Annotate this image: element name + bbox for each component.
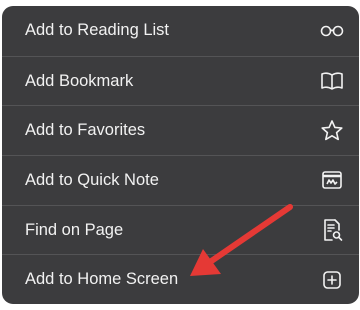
menu-item-add-bookmark[interactable]: Add Bookmark [2, 55, 359, 106]
glasses-icon [319, 18, 345, 44]
book-icon [319, 68, 345, 94]
plus-square-icon [319, 267, 345, 293]
quick-note-icon [319, 167, 345, 193]
menu-item-find-on-page[interactable]: Find on Page [2, 204, 359, 255]
share-menu: Add to Reading List Add Bookmark Add to … [2, 6, 359, 304]
menu-item-label: Add to Reading List [25, 21, 170, 40]
menu-item-label: Find on Page [25, 220, 124, 239]
menu-item-add-to-reading-list[interactable]: Add to Reading List [2, 6, 359, 56]
menu-item-add-to-quick-note[interactable]: Add to Quick Note [2, 155, 359, 205]
menu-item-add-to-favorites[interactable]: Add to Favorites [2, 105, 359, 155]
menu-item-add-to-home-screen[interactable]: Add to Home Screen [2, 254, 359, 304]
menu-item-label: Add to Favorites [25, 121, 146, 140]
menu-item-label: Add to Quick Note [25, 170, 159, 189]
menu-item-label: Add Bookmark [25, 71, 134, 90]
star-icon [319, 118, 345, 144]
find-on-page-icon [319, 217, 345, 243]
menu-item-label: Add to Home Screen [25, 270, 179, 289]
